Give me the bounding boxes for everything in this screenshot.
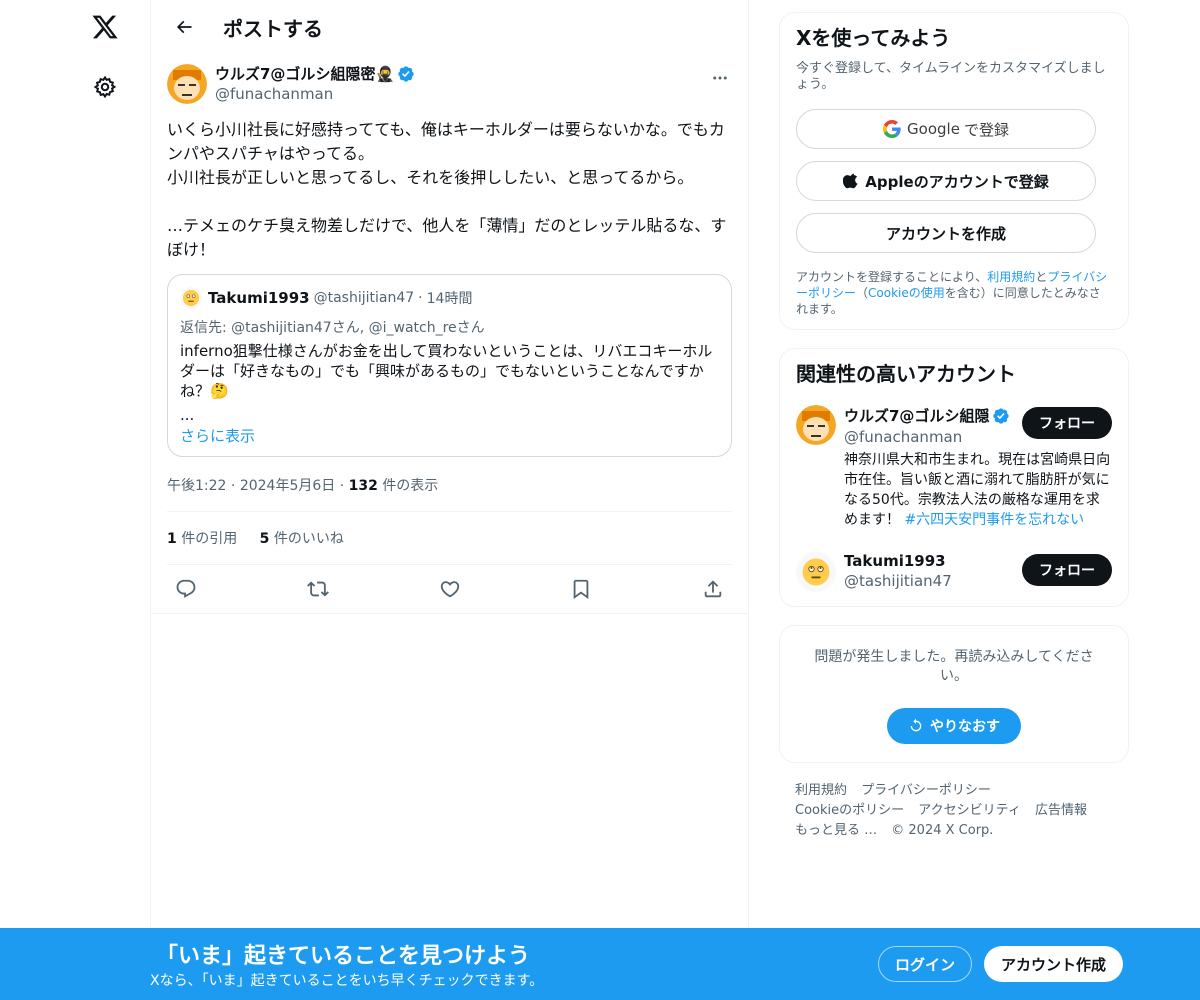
separator-dot: · <box>418 290 423 306</box>
quotes-label: 件の引用 <box>181 531 238 547</box>
verified-badge-icon <box>992 407 1010 425</box>
quote-reply-to: 返信先: @tashijitian47さん, @i_watch_reさん <box>180 320 485 336</box>
google-signup-button[interactable]: Google で登録 <box>796 109 1096 149</box>
retry-label: やりなおす <box>930 719 1000 735</box>
bottom-bar-title: 「いま」起きていることを見つけよう <box>156 944 531 969</box>
bottom-bar-subtitle: Xなら、「いま」起きていることをいち早くチェックできます。 <box>150 973 544 989</box>
follow-button[interactable]: フォロー <box>1022 554 1112 586</box>
avatar <box>796 552 836 592</box>
quote-timestamp: 14時間 <box>426 291 473 307</box>
terms-part: （ <box>856 286 869 300</box>
page-title: ポストする <box>223 16 323 41</box>
related-title: 関連性の高いアカウント <box>796 362 1016 386</box>
tweet-meta: 午後1:22 · 2024年5月6日 · 132 件の表示 <box>167 475 732 512</box>
footer-link[interactable]: プライバシーポリシー <box>861 783 991 798</box>
avatar <box>180 287 202 309</box>
reply-icon[interactable] <box>171 577 201 601</box>
footer-link[interactable]: Cookieのポリシー <box>795 803 904 818</box>
bookmark-icon[interactable] <box>566 577 596 601</box>
apple-icon <box>843 172 859 190</box>
related-accounts-card: 関連性の高いアカウント ウルズ7@ゴルシ組隠 @funachanman 神奈川県… <box>779 348 1129 607</box>
likes-stat[interactable]: 5 件のいいね <box>260 531 344 547</box>
footer-link[interactable]: 広告情報 <box>1035 803 1087 818</box>
likes-count: 5 <box>259 531 270 547</box>
hashtag-link[interactable]: #六四天安門事件を忘れない <box>904 512 1084 528</box>
quote-text: inferno狙撃仕様さんがお金を出して買わないということは、リバエコキーホルダ… <box>180 342 713 400</box>
tweet-actions <box>151 565 748 614</box>
right-sidebar: Xを使ってみよう 今すぐ登録して、タイムラインをカスタマイズしましょう。 Goo… <box>779 12 1129 841</box>
google-suffix: で登録 <box>963 120 1009 139</box>
google-brand: Google <box>907 120 960 138</box>
top-bar: ポストする <box>151 0 748 54</box>
related-account[interactable]: Takumi1993 @tashijitian47 フォロー <box>796 552 1112 592</box>
quoted-tweet[interactable]: Takumi1993 @tashijitian47 · 14時間 返信先: @t… <box>167 274 732 457</box>
retweet-icon[interactable] <box>303 577 333 601</box>
author-handle[interactable]: @funachanman <box>215 84 415 104</box>
google-icon <box>883 120 901 138</box>
views-count: 132 <box>348 478 378 494</box>
tweet-date[interactable]: 2024年5月6日 <box>240 478 335 494</box>
account-name[interactable]: ウルズ7@ゴルシ組隠 <box>844 405 989 426</box>
signup-subtitle: 今すぐ登録して、タイムラインをカスタマイズしましょう。 <box>796 61 1106 92</box>
main-column: ポストする ウルズ7@ゴルシ組隠密🥷 @funachanman いくら小川社長に… <box>150 0 749 1000</box>
create-account-label: アカウントを作成 <box>885 224 1006 243</box>
follow-button[interactable]: フォロー <box>1022 407 1112 439</box>
terms-link[interactable]: 利用規約 <box>987 270 1035 284</box>
verified-badge-icon <box>397 65 415 83</box>
quote-author-handle: @tashijitian47 <box>313 290 415 306</box>
show-more-link[interactable]: さらに表示 <box>180 425 719 446</box>
tweet-author: ウルズ7@ゴルシ組隠密🥷 @funachanman <box>167 64 732 104</box>
footer-links: 利用規約 プライバシーポリシー Cookieのポリシー アクセシビリティ 広告情… <box>779 781 1129 841</box>
tweet-time[interactable]: 午後1:22 <box>167 478 226 494</box>
footer-link[interactable]: もっと見る … <box>795 823 877 838</box>
like-icon[interactable] <box>435 577 465 601</box>
refresh-icon <box>908 718 924 734</box>
signup-title: Xを使ってみよう <box>796 26 951 50</box>
quote-ellipsis: ... <box>180 406 195 424</box>
footer-link[interactable]: アクセシビリティ <box>918 803 1021 818</box>
account-bio: 神奈川県大和市生まれ。現在は宮崎県日向市在住。旨い飯と酒に溺れて脂肪肝が気になる… <box>844 450 1112 530</box>
quotes-count: 1 <box>167 531 177 547</box>
quotes-stat[interactable]: 1 件の引用 <box>167 531 242 547</box>
related-account[interactable]: ウルズ7@ゴルシ組隠 @funachanman 神奈川県大和市生まれ。現在は宮崎… <box>796 405 1112 530</box>
login-button[interactable]: ログイン <box>878 946 972 982</box>
terms-part: アカウントを登録することにより、 <box>796 270 988 284</box>
more-options-icon[interactable] <box>708 66 732 90</box>
arrow-left-icon[interactable] <box>167 10 201 44</box>
create-account-button[interactable]: アカウントを作成 <box>796 213 1096 253</box>
avatar[interactable] <box>167 64 207 104</box>
terms-part: と <box>1035 270 1048 284</box>
copyright: © 2024 X Corp. <box>891 823 994 838</box>
views-label: 件の表示 <box>382 478 439 494</box>
tweet: ウルズ7@ゴルシ組隠密🥷 @funachanman いくら小川社長に好感持ってて… <box>151 64 748 614</box>
apple-signup-label: Appleのアカウントで登録 <box>865 172 1049 191</box>
signup-button[interactable]: アカウント作成 <box>984 946 1123 982</box>
tweet-text: いくら小川社長に好感持ってても、俺はキーホルダーは要らないかな。でもカンパやスパ… <box>167 120 727 259</box>
apple-signup-button[interactable]: Appleのアカウントで登録 <box>796 161 1096 201</box>
gear-icon[interactable] <box>88 70 122 104</box>
error-card: 問題が発生しました。再読み込みしてください。 やりなおす <box>779 625 1129 763</box>
account-name[interactable]: Takumi1993 <box>844 552 946 570</box>
x-logo-icon[interactable] <box>88 10 122 44</box>
retry-button[interactable]: やりなおす <box>887 708 1021 744</box>
error-message: 問題が発生しました。再読み込みしてください。 <box>814 649 1094 684</box>
tweet-stats: 1 件の引用 5 件のいいね <box>167 512 732 565</box>
bottom-signup-bar: 「いま」起きていることを見つけよう Xなら、「いま」起きていることをいち早くチェ… <box>0 928 1200 1000</box>
left-nav <box>0 0 150 1000</box>
cookie-link[interactable]: Cookieの使用 <box>868 286 945 300</box>
signup-card: Xを使ってみよう 今すぐ登録して、タイムラインをカスタマイズしましょう。 Goo… <box>779 12 1129 330</box>
quote-author-name: Takumi1993 <box>208 289 310 307</box>
footer-link[interactable]: 利用規約 <box>795 783 847 798</box>
likes-label: 件のいいね <box>273 531 344 547</box>
share-icon[interactable] <box>698 577 728 601</box>
author-name[interactable]: ウルズ7@ゴルシ組隠密🥷 <box>215 64 394 84</box>
avatar <box>796 405 836 445</box>
terms-text: アカウントを登録することにより、利用規約とプライバシーポリシー（Cookieの使… <box>796 269 1112 317</box>
